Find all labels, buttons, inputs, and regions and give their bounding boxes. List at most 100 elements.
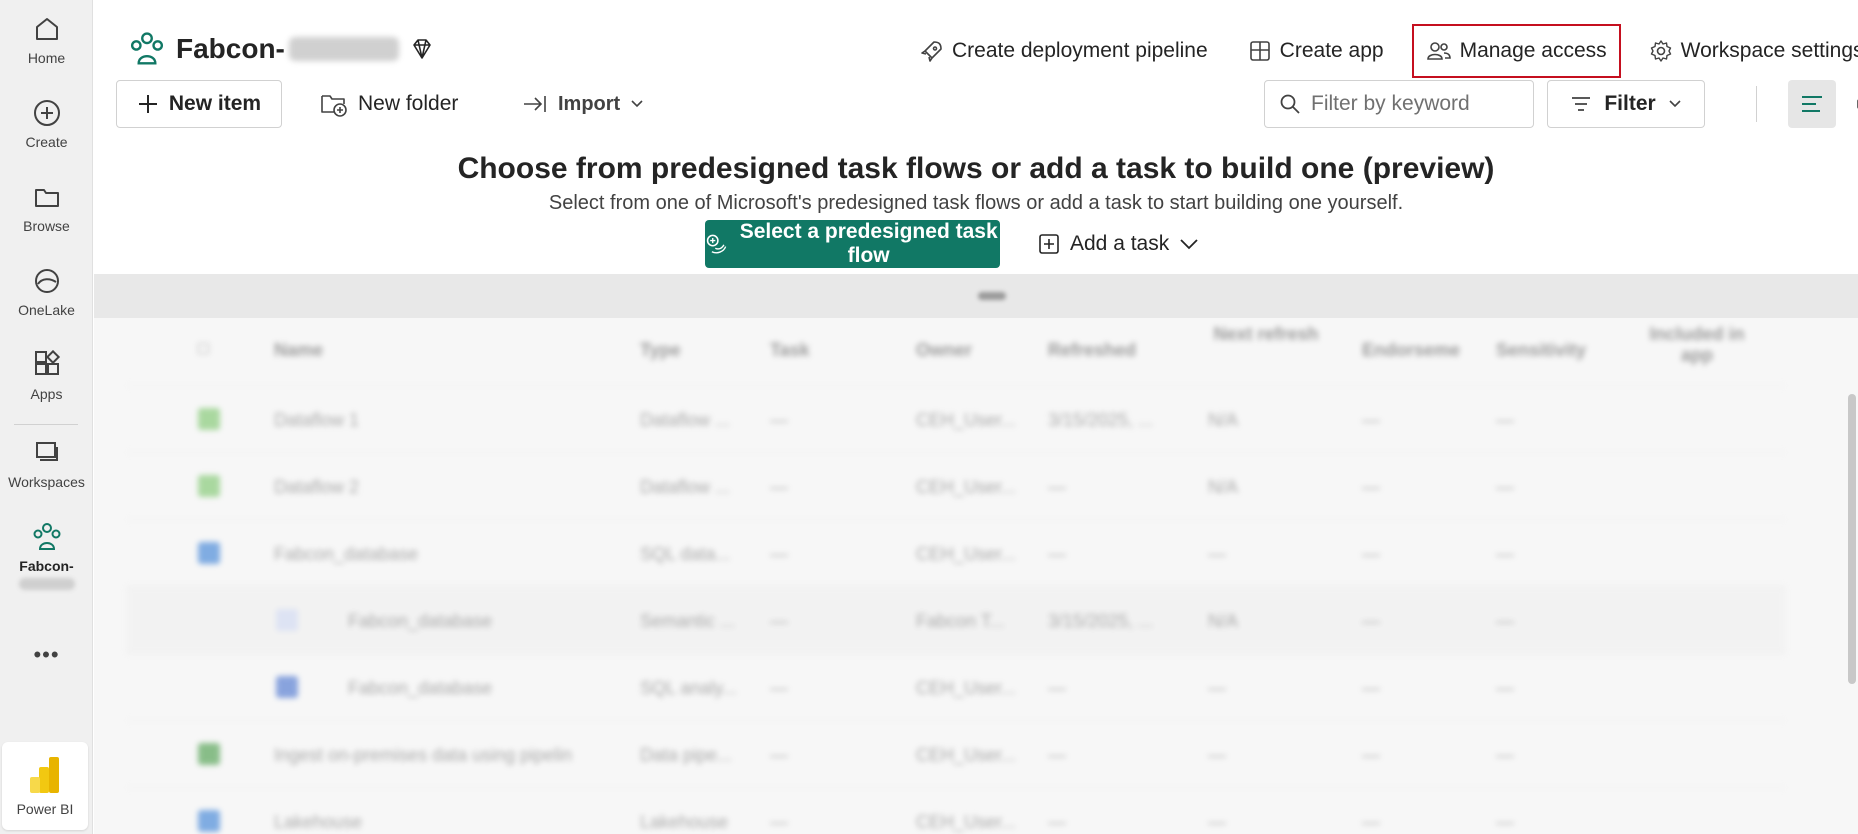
rail-label-home: Home [27, 50, 66, 66]
row-name[interactable]: Dataflow 1 [274, 410, 359, 431]
row-name[interactable]: Dataflow 2 [274, 477, 359, 498]
column-header-included-in-app[interactable]: Included in app [1642, 324, 1752, 366]
create-deployment-pipeline-button[interactable]: Create deployment pipeline [908, 24, 1220, 78]
create-deployment-pipeline-label: Create deployment pipeline [952, 39, 1208, 62]
vertical-scrollbar[interactable] [1848, 394, 1856, 684]
lakehouse-icon [198, 810, 220, 832]
row-endorsement: — [1362, 410, 1380, 430]
table-row[interactable]: Fabcon_database Semantic ... — Fabcon T.… [126, 587, 1786, 654]
create-app-button[interactable]: Create app [1236, 24, 1396, 78]
plus-circle-icon [30, 96, 64, 130]
column-header-endorsement[interactable]: Endorseme [1362, 340, 1460, 361]
folder-icon [30, 180, 64, 214]
rail-more-button[interactable]: ••• [0, 642, 93, 668]
row-sensitivity: — [1496, 678, 1514, 698]
workspace-settings-button[interactable]: Workspace settings [1637, 24, 1858, 78]
import-button[interactable]: Import [522, 80, 644, 128]
rail-divider [14, 424, 78, 425]
new-item-label: New item [168, 92, 262, 115]
select-predesigned-task-flow-button[interactable]: Select a predesigned task flow [705, 220, 1000, 268]
manage-access-button[interactable]: Manage access [1411, 24, 1621, 78]
row-owner: CEH_User... [916, 812, 1017, 832]
diamond-icon [413, 39, 431, 59]
resize-handle[interactable] [978, 292, 1006, 300]
workspace-people-icon [30, 520, 64, 554]
filter-by-keyword-input[interactable] [1311, 92, 1521, 116]
new-folder-label: New folder [358, 92, 459, 115]
list-view-button[interactable] [1788, 80, 1836, 128]
table-row[interactable]: Lakehouse Lakehouse — CEH_User... — — — … [126, 788, 1786, 834]
row-endorsement: — [1362, 812, 1380, 832]
workspace-settings-label: Workspace settings [1680, 39, 1858, 62]
rail-item-browse[interactable]: Browse [0, 180, 93, 234]
table-row[interactable]: Fabcon_database SQL data... — CEH_User..… [126, 520, 1786, 587]
search-icon [1280, 94, 1300, 114]
rail-item-current-workspace[interactable]: Fabcon- [0, 520, 93, 590]
column-header-refreshed[interactable]: Refreshed [1048, 340, 1136, 361]
rail-label-workspaces: Workspaces [8, 474, 85, 490]
header-actions: Create deployment pipeline Create app Ma… [908, 24, 1858, 78]
column-header-task[interactable]: Task [770, 340, 810, 361]
row-sensitivity: — [1496, 544, 1514, 564]
table-header-row: □ Name Type Task Owner Refreshed Next re… [126, 318, 1786, 386]
table-row[interactable]: Ingest on-premises data using pipelin Da… [126, 721, 1786, 788]
row-type: SQL analy... [640, 678, 738, 698]
column-header-name[interactable]: Name [274, 340, 323, 361]
row-refreshed: 3/15/2025, ... [1048, 611, 1154, 631]
row-name[interactable]: Fabcon_database [348, 678, 492, 699]
row-task: — [770, 678, 788, 698]
dataflow-icon [198, 475, 220, 497]
task-flow-canvas-resize-bar[interactable] [94, 274, 1858, 318]
workspace-title: Fabcon- [128, 30, 435, 68]
rail-label-browse: Browse [23, 218, 70, 234]
row-next-refresh: — [1208, 678, 1226, 698]
manage-access-label: Manage access [1459, 39, 1607, 62]
row-owner: CEH_User... [916, 410, 1017, 430]
new-item-button[interactable]: New item [116, 80, 282, 128]
row-task: — [770, 812, 788, 832]
filter-lines-icon [1572, 97, 1591, 111]
redacted-text [18, 578, 75, 590]
add-box-icon [1039, 234, 1059, 254]
power-bi-switcher[interactable]: Power BI [2, 742, 88, 830]
table-row[interactable]: Dataflow 1 Dataflow ... — CEH_User... 3/… [126, 386, 1786, 453]
row-task: — [770, 611, 788, 631]
rail-item-create[interactable]: Create [0, 96, 93, 150]
filter-button[interactable]: Filter [1547, 80, 1705, 128]
file-type-icon: □ [198, 338, 209, 358]
rail-item-onelake[interactable]: OneLake [0, 264, 93, 318]
power-bi-label: Power BI [16, 801, 74, 817]
row-name[interactable]: Lakehouse [274, 812, 362, 833]
new-folder-button[interactable]: New folder [320, 80, 458, 128]
row-name[interactable]: Ingest on-premises data using pipelin [274, 745, 624, 766]
rail-item-workspaces[interactable]: Workspaces [0, 436, 93, 490]
row-refreshed: — [1048, 477, 1066, 497]
row-next-refresh: — [1208, 745, 1226, 765]
column-header-sensitivity[interactable]: Sensitivity [1496, 340, 1586, 361]
column-header-type[interactable]: Type [640, 340, 681, 361]
row-name[interactable]: Fabcon_database [274, 544, 418, 565]
redacted-text [288, 37, 399, 61]
row-refreshed: 3/15/2025, ... [1048, 410, 1154, 430]
workspaces-icon [30, 436, 64, 470]
column-header-next-refresh[interactable]: Next refresh [1206, 324, 1326, 345]
select-predesigned-task-flow-label: Select a predesigned task flow [739, 220, 998, 267]
rail-item-apps[interactable]: Apps [0, 348, 93, 402]
task-flow-title: Choose from predesigned task flows or ad… [457, 152, 1495, 185]
column-header-owner[interactable]: Owner [916, 340, 972, 361]
create-app-label: Create app [1279, 39, 1384, 62]
row-type: SQL data... [640, 544, 731, 564]
row-next-refresh: — [1208, 544, 1226, 564]
rail-label-create: Create [25, 134, 68, 150]
add-a-task-label: Add a task [1070, 232, 1170, 255]
row-type: Data pipe... [640, 745, 733, 765]
data-pipeline-icon [198, 743, 220, 765]
rail-item-home[interactable]: Home [0, 12, 93, 66]
row-name[interactable]: Fabcon_database [348, 611, 492, 632]
sql-analytics-icon [276, 676, 298, 698]
home-icon [30, 12, 64, 46]
add-a-task-button[interactable]: Add a task [1038, 220, 1199, 268]
table-row[interactable]: Dataflow 2 Dataflow ... — CEH_User... — … [126, 453, 1786, 520]
table-row[interactable]: Fabcon_database SQL analy... — CEH_User.… [126, 654, 1786, 721]
filter-by-keyword-field[interactable] [1264, 80, 1534, 128]
